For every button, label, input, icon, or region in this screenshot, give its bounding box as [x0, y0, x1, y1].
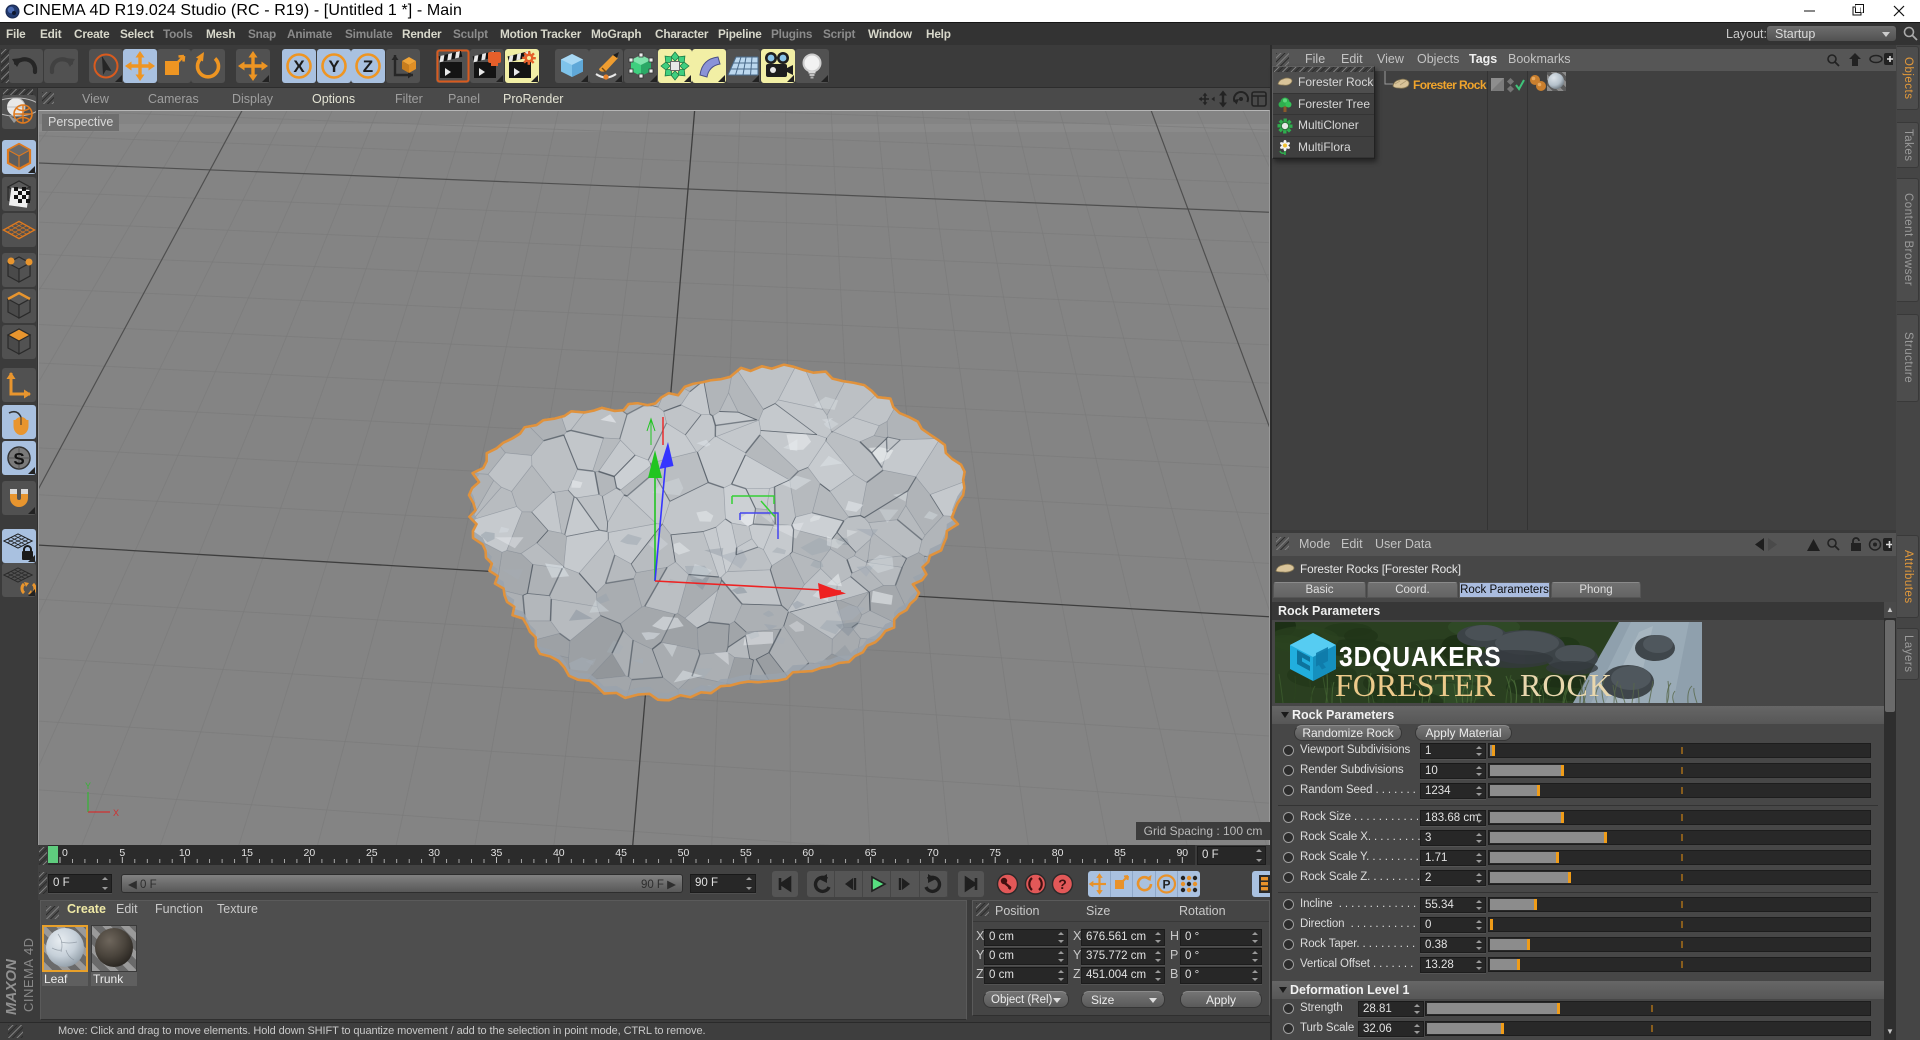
- svg-text:70: 70: [927, 847, 939, 859]
- svg-text:ROCK: ROCK: [1520, 667, 1613, 703]
- svg-text:P: P: [1162, 878, 1170, 892]
- svg-text:S: S: [13, 450, 24, 469]
- svg-text:5: 5: [119, 847, 125, 859]
- svg-text:Z: Z: [363, 57, 373, 76]
- svg-text:65: 65: [865, 847, 877, 859]
- svg-text:CINEMA 4D: CINEMA 4D: [21, 937, 36, 1012]
- svg-text:35: 35: [491, 847, 503, 859]
- svg-text:40: 40: [553, 847, 565, 859]
- svg-text:25: 25: [366, 847, 378, 859]
- svg-text:Y: Y: [328, 57, 340, 76]
- svg-text:Y: Y: [85, 781, 91, 791]
- svg-text:20: 20: [304, 847, 316, 859]
- svg-text:85: 85: [1114, 847, 1126, 859]
- svg-text:0: 0: [62, 847, 68, 859]
- svg-text:MAXON: MAXON: [3, 958, 20, 1015]
- svg-text:15: 15: [241, 847, 253, 859]
- svg-text:?: ?: [1058, 876, 1067, 892]
- svg-text:30: 30: [428, 847, 440, 859]
- svg-text:60: 60: [802, 847, 814, 859]
- svg-text:75: 75: [989, 847, 1001, 859]
- svg-text:90: 90: [1176, 847, 1188, 859]
- svg-text:55: 55: [740, 847, 752, 859]
- svg-text:50: 50: [678, 847, 690, 859]
- svg-text:FORESTER: FORESTER: [1335, 667, 1496, 703]
- svg-text:X: X: [113, 808, 119, 818]
- svg-text:X: X: [293, 57, 305, 76]
- svg-text:10: 10: [179, 847, 191, 859]
- svg-text:80: 80: [1052, 847, 1064, 859]
- svg-text:45: 45: [615, 847, 627, 859]
